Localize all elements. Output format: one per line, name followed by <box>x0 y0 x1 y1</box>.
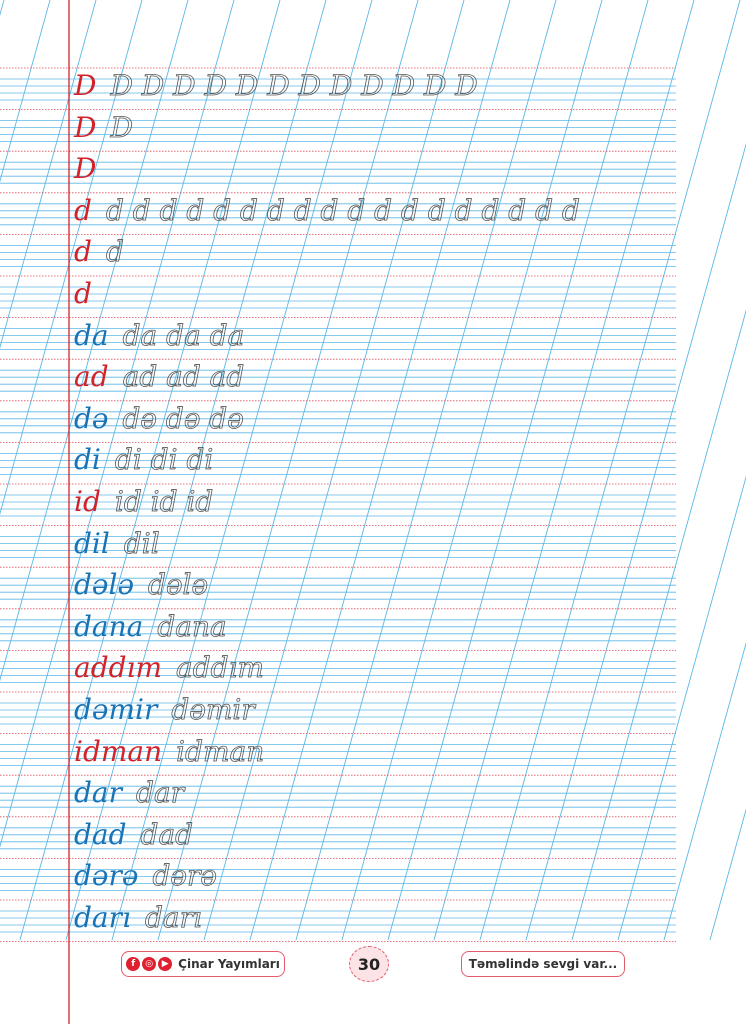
model-word: idman <box>74 734 163 768</box>
model-word: D <box>74 69 97 102</box>
trace-words: da da da <box>122 318 245 352</box>
writing-row: dd <box>74 235 674 280</box>
model-word: dil <box>74 526 110 560</box>
trace-words: D <box>110 110 133 144</box>
model-word: dəmir <box>74 693 158 726</box>
trace-words: dad <box>140 817 194 851</box>
model-word: ad <box>74 360 109 394</box>
slant-guide-line <box>0 0 51 183</box>
trace-words: dəmir <box>171 693 255 726</box>
writing-row: idman idman <box>74 734 674 780</box>
writing-row: dil dil <box>74 526 674 572</box>
model-word: dad <box>74 817 127 851</box>
writing-row: D <box>74 155 674 197</box>
writing-row: dar dar <box>74 776 674 821</box>
writing-row: də də də də <box>74 401 674 447</box>
writing-row: ad ad ad ad <box>74 360 674 405</box>
trace-words: d d d d d d d d d d d d d d d d d d <box>105 193 581 227</box>
slogan-badge: Təməlində sevgi var... <box>461 951 625 977</box>
model-word: dana <box>74 609 144 643</box>
trace-words: di di di <box>114 443 214 477</box>
model-word: di <box>74 443 101 477</box>
slant-guide-line <box>663 641 746 941</box>
model-word: də <box>74 401 109 435</box>
writing-row: dərə dərə <box>74 859 674 904</box>
page-number: 30 <box>349 946 389 982</box>
writing-row: darı darı <box>74 901 674 946</box>
trace-words: idman <box>176 734 265 768</box>
writing-row: da da da da <box>74 318 674 364</box>
trace-words: id id id <box>114 485 214 518</box>
writing-row: di di di di <box>74 443 674 488</box>
model-word: d <box>74 277 92 310</box>
model-word: dələ <box>74 568 135 602</box>
writing-row: dələ dələ <box>74 568 674 613</box>
model-word: dar <box>74 776 123 810</box>
trace-words: dil <box>123 526 160 560</box>
publisher-badge: f ◎ ▶ Çinar Yayımları <box>121 951 285 977</box>
writing-row: addım addım <box>74 651 674 696</box>
writing-row: DD <box>74 110 674 156</box>
writing-row: id id id id <box>74 485 674 530</box>
model-word: addım <box>74 651 163 685</box>
model-word: D <box>74 110 97 144</box>
trace-words: ad ad ad <box>122 360 245 394</box>
model-word: darı <box>74 901 131 934</box>
facebook-icon: f <box>126 957 141 971</box>
model-word: d <box>74 235 92 269</box>
trace-words: dana <box>157 609 227 643</box>
trace-words: dələ <box>148 568 209 602</box>
trace-words: də də də <box>122 401 244 435</box>
publisher-name: Çinar Yayımları <box>178 957 280 971</box>
writing-row: d <box>74 280 674 322</box>
instagram-icon: ◎ <box>142 957 157 971</box>
writing-row: dəmir dəmir <box>74 693 674 738</box>
writing-row: dana dana <box>74 609 674 655</box>
writing-row: dd d d d d d d d d d d d d d d d d d <box>74 193 674 239</box>
trace-words: d <box>105 235 125 269</box>
trace-words: darı <box>144 901 203 934</box>
trace-words: addım <box>176 651 265 685</box>
slogan-text: Təməlində sevgi var... <box>468 957 618 971</box>
trace-words: D D D D D D D D D D D D <box>110 69 478 102</box>
model-word: da <box>74 318 109 352</box>
youtube-icon: ▶ <box>158 957 173 971</box>
slant-guide-line <box>709 808 746 941</box>
model-word: D <box>74 152 97 186</box>
writing-row: dad dad <box>74 817 674 863</box>
slant-guide-line <box>0 0 5 17</box>
writing-row: DD D D D D D D D D D D D <box>74 69 674 114</box>
trace-words: dərə <box>152 859 217 893</box>
model-word: dərə <box>74 859 139 893</box>
trace-words: dar <box>136 776 185 810</box>
model-word: d <box>74 193 92 227</box>
model-word: id <box>74 485 101 518</box>
